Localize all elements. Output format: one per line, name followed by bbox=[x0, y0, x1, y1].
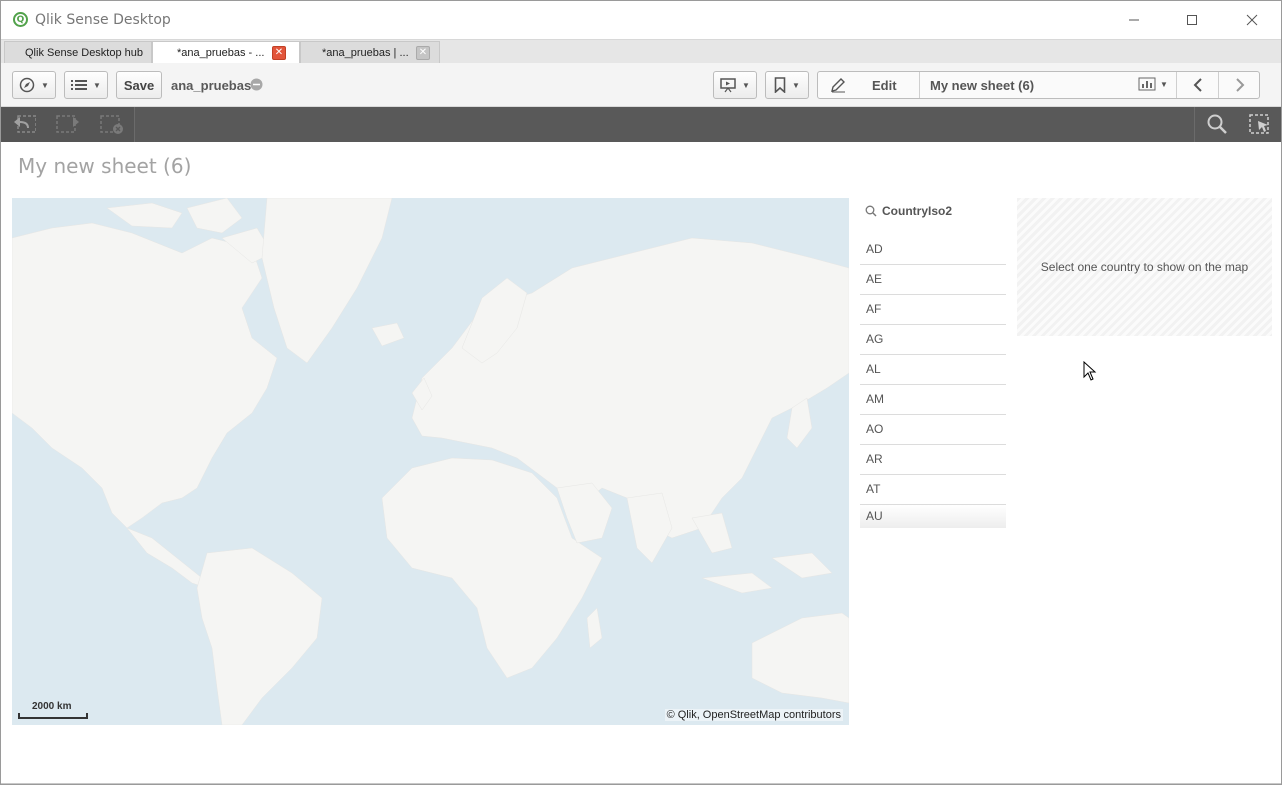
filter-item[interactable]: AT bbox=[860, 475, 1006, 505]
tab-ana-pruebas[interactable]: *ana_pruebas | ... ✕ bbox=[300, 41, 440, 64]
navigation-menu-button[interactable]: ▼ bbox=[12, 71, 56, 99]
tab-close-button[interactable]: ✕ bbox=[416, 46, 430, 60]
map-attribution: © Qlik, OpenStreetMap contributors bbox=[664, 709, 843, 721]
filter-item[interactable]: AD bbox=[860, 235, 1006, 265]
selections-bar bbox=[1, 107, 1281, 142]
bookmark-icon bbox=[774, 77, 786, 93]
search-icon bbox=[865, 205, 877, 217]
sheets-menu-button[interactable]: ▼ bbox=[1138, 76, 1168, 92]
selections-tool-icon bbox=[1249, 114, 1269, 134]
filter-list: AD AE AF AG AL AM AO AR AT AU bbox=[860, 235, 1006, 528]
map-placeholder-object[interactable]: Select one country to show on the map bbox=[1017, 198, 1272, 336]
filter-item[interactable]: AU bbox=[860, 505, 1006, 528]
sheet-navigation-group: Edit My new sheet (6) ▼ bbox=[817, 71, 1260, 99]
compass-icon bbox=[19, 77, 35, 93]
filter-item[interactable]: AG bbox=[860, 325, 1006, 355]
previous-sheet-button[interactable] bbox=[1176, 72, 1218, 98]
filter-item[interactable]: AO bbox=[860, 415, 1006, 445]
chart-icon bbox=[1138, 77, 1156, 91]
selections-tool-button[interactable] bbox=[1248, 113, 1272, 135]
chevron-left-icon bbox=[1193, 78, 1202, 92]
app-overview-button[interactable]: ▼ bbox=[64, 71, 108, 99]
minimize-button[interactable] bbox=[1111, 1, 1157, 39]
close-icon bbox=[1246, 14, 1258, 26]
filter-item[interactable]: AR bbox=[860, 445, 1006, 475]
scale-label: 2000 km bbox=[32, 701, 72, 712]
scale-bar-line bbox=[18, 713, 88, 719]
tab-hub[interactable]: Qlik Sense Desktop hub bbox=[4, 41, 152, 64]
current-sheet-name: My new sheet (6) bbox=[930, 78, 1035, 93]
filter-item[interactable]: AL bbox=[860, 355, 1006, 385]
filter-item[interactable]: AE bbox=[860, 265, 1006, 295]
map-scale: 2000 km bbox=[18, 701, 88, 719]
chevron-right-icon bbox=[1235, 78, 1244, 92]
edit-label: Edit bbox=[872, 77, 897, 93]
window-bottom-border bbox=[1, 783, 1281, 784]
search-button[interactable] bbox=[1205, 113, 1229, 135]
app-window: Q Qlik Sense Desktop Qlik Sense Desktop … bbox=[0, 0, 1282, 785]
close-button[interactable] bbox=[1229, 1, 1275, 39]
pencil-icon bbox=[831, 78, 845, 93]
step-back-icon bbox=[14, 115, 36, 133]
filter-item[interactable]: AM bbox=[860, 385, 1006, 415]
presentation-icon bbox=[720, 78, 736, 93]
selection-tools bbox=[1, 107, 135, 142]
map-chart[interactable]: 2000 km © Qlik, OpenStreetMap contributo… bbox=[12, 198, 849, 725]
toolbar: ▼ ▼ Save ana_pruebas ▼ ▼ Edit My new she… bbox=[1, 63, 1281, 107]
maximize-button[interactable] bbox=[1169, 1, 1215, 39]
tab-label: Qlik Sense Desktop hub bbox=[25, 47, 144, 59]
list-icon bbox=[71, 80, 88, 90]
filter-title: CountryIso2 bbox=[882, 204, 953, 218]
title-bar: Q Qlik Sense Desktop bbox=[1, 1, 1281, 39]
save-button[interactable]: Save bbox=[116, 71, 162, 99]
step-back-button[interactable] bbox=[12, 113, 36, 135]
tab-strip: Qlik Sense Desktop hub *ana_pruebas - ..… bbox=[1, 39, 1281, 64]
tab-ana-pruebas-active[interactable]: *ana_pruebas - ... ✕ bbox=[152, 41, 300, 64]
selection-actions bbox=[1194, 107, 1281, 142]
clear-selections-button[interactable] bbox=[99, 113, 123, 135]
search-icon bbox=[1207, 114, 1227, 134]
app-name: ana_pruebas bbox=[171, 78, 252, 93]
mouse-cursor-icon bbox=[1083, 361, 1097, 381]
step-forward-icon bbox=[56, 115, 79, 133]
clear-selections-icon bbox=[100, 115, 123, 134]
step-forward-button[interactable] bbox=[55, 113, 79, 135]
window-title: Qlik Sense Desktop bbox=[35, 12, 171, 28]
tab-close-button[interactable]: ✕ bbox=[272, 46, 286, 60]
tab-label: *ana_pruebas - ... bbox=[177, 47, 265, 59]
edit-button[interactable]: Edit bbox=[818, 72, 920, 98]
maximize-icon bbox=[1187, 15, 1197, 25]
filter-pane-countryiso2: CountryIso2 AD AE AF AG AL AM AO AR AT A… bbox=[860, 198, 1006, 533]
tab-label: *ana_pruebas | ... bbox=[322, 47, 409, 59]
minimize-icon bbox=[1129, 19, 1139, 21]
placeholder-text: Select one country to show on the map bbox=[1040, 260, 1249, 274]
qlik-logo-icon: Q bbox=[13, 12, 28, 27]
bookmarks-button[interactable]: ▼ bbox=[765, 71, 809, 99]
world-map bbox=[12, 198, 849, 725]
app-status-icon bbox=[250, 78, 263, 91]
sheet-title: My new sheet (6) bbox=[18, 154, 192, 178]
storytelling-button[interactable]: ▼ bbox=[713, 71, 757, 99]
next-sheet-button[interactable] bbox=[1218, 72, 1260, 98]
filter-header[interactable]: CountryIso2 bbox=[860, 198, 1006, 224]
filter-item[interactable]: AF bbox=[860, 295, 1006, 325]
